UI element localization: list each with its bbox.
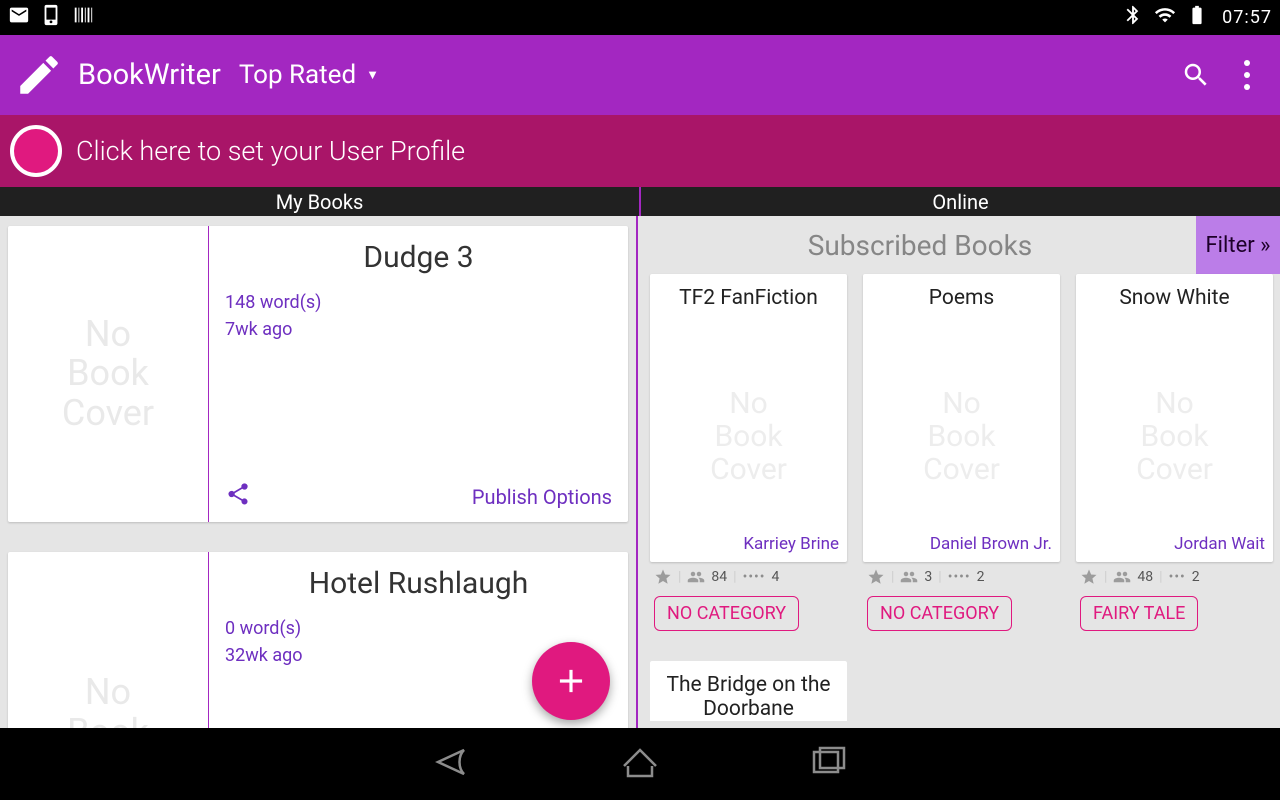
mybook-cover-placeholder: No Book Cover [8,552,208,728]
online-book-cover: No Book Cover [871,338,1052,534]
mybook-card[interactable]: No Book Cover Hotel Rushlaugh 0 word(s) … [8,552,628,728]
dropdown-arrow-icon: ▼ [366,67,379,83]
rating-dots-icon: •••• [743,569,766,585]
mybook-wordcount: 148 word(s) [225,289,612,316]
content-body: No Book Cover Dudge 3 148 word(s) 7wk ag… [0,216,1280,728]
app-logo-pencil-icon [14,50,64,100]
rating-count: 4 [772,569,780,585]
online-book-title: Snow White [1084,286,1265,338]
app-title: BookWriter [78,58,221,92]
category-tag[interactable]: NO CATEGORY [654,596,799,631]
star-icon [1080,568,1098,586]
battery-icon [1186,4,1208,31]
mail-icon [8,4,30,31]
online-book-cover: No Book Cover [1084,338,1265,534]
online-book-author: Daniel Brown Jr. [871,534,1052,554]
rating-dots-icon: ••• [1169,569,1186,585]
category-tag[interactable]: NO CATEGORY [867,596,1012,631]
profile-setup-banner[interactable]: Click here to set your User Profile [0,115,1280,187]
profile-avatar-placeholder [10,125,62,177]
search-button[interactable] [1178,57,1214,93]
online-book-title: The Bridge on the Doorbane [658,673,839,721]
people-icon [900,568,918,586]
online-book-title: TF2 FanFiction [658,286,839,338]
star-icon [654,568,672,586]
mybook-card[interactable]: No Book Cover Dudge 3 148 word(s) 7wk ag… [8,226,628,522]
readers-count: 48 [1137,569,1153,585]
search-icon [1181,60,1211,90]
dot-icon [1244,60,1250,66]
sort-dropdown-label: Top Rated [239,60,356,90]
publish-options-link[interactable]: Publish Options [472,485,612,509]
star-icon [867,568,885,586]
new-book-fab[interactable] [532,642,610,720]
online-book-stats: | 48 | ••• 2 [1076,562,1273,592]
online-book-author: Karriey Brine [658,534,839,554]
online-pane[interactable]: Subscribed Books Filter » TF2 FanFiction… [638,216,1280,728]
android-status-bar: 07:57 [0,0,1280,35]
category-tag[interactable]: FAIRY TALE [1080,596,1198,631]
android-nav-bar [0,728,1280,800]
online-book-item[interactable]: Snow White No Book Cover Jordan Wait | 4… [1076,274,1273,645]
online-books-grid: TF2 FanFiction No Book Cover Karriey Bri… [644,274,1280,721]
mybook-title: Hotel Rushlaugh [225,566,612,601]
readers-count: 84 [711,569,727,585]
people-icon [1113,568,1131,586]
rating-count: 2 [1192,569,1200,585]
status-time: 07:57 [1222,7,1272,28]
online-book-title: Poems [871,286,1052,338]
barcode-icon [72,4,94,31]
online-book-item[interactable]: TF2 FanFiction No Book Cover Karriey Bri… [650,274,847,645]
mybook-cover-placeholder: No Book Cover [8,226,208,522]
mybooks-header: My Books [0,187,639,216]
home-button[interactable] [616,738,664,790]
app-bar: BookWriter Top Rated ▼ [0,35,1280,115]
profile-banner-text: Click here to set your User Profile [76,135,465,167]
bluetooth-icon [1122,4,1144,31]
online-book-cover: No Book Cover [658,338,839,534]
online-book-stats: | 3 | •••• 2 [863,562,1060,592]
dot-icon [1244,72,1250,78]
rating-dots-icon: •••• [948,569,971,585]
dot-icon [1244,84,1250,90]
online-book-stats: | 84 | •••• 4 [650,562,847,592]
online-header: Online [641,187,1280,216]
wifi-icon [1154,4,1176,31]
mybook-title: Dudge 3 [225,240,612,275]
online-book-item[interactable]: The Bridge on the Doorbane [650,661,847,721]
filter-button[interactable]: Filter » [1196,216,1280,274]
people-icon [687,568,705,586]
rating-count: 2 [977,569,985,585]
share-button[interactable] [225,481,251,512]
back-button[interactable] [428,738,476,790]
recents-button[interactable] [804,738,852,790]
pane-headers: My Books Online [0,187,1280,216]
device-icon [40,4,62,31]
plus-icon [552,662,590,700]
mybooks-pane[interactable]: No Book Cover Dudge 3 148 word(s) 7wk ag… [0,216,636,728]
overflow-menu-button[interactable] [1234,60,1260,90]
online-book-item[interactable]: Poems No Book Cover Daniel Brown Jr. | 3… [863,274,1060,645]
subscribed-books-heading: Subscribed Books [644,229,1196,262]
mybook-age: 7wk ago [225,316,612,343]
online-book-author: Jordan Wait [1084,534,1265,554]
readers-count: 3 [924,569,932,585]
mybook-wordcount: 0 word(s) [225,615,612,642]
sort-dropdown[interactable]: Top Rated ▼ [239,60,379,90]
